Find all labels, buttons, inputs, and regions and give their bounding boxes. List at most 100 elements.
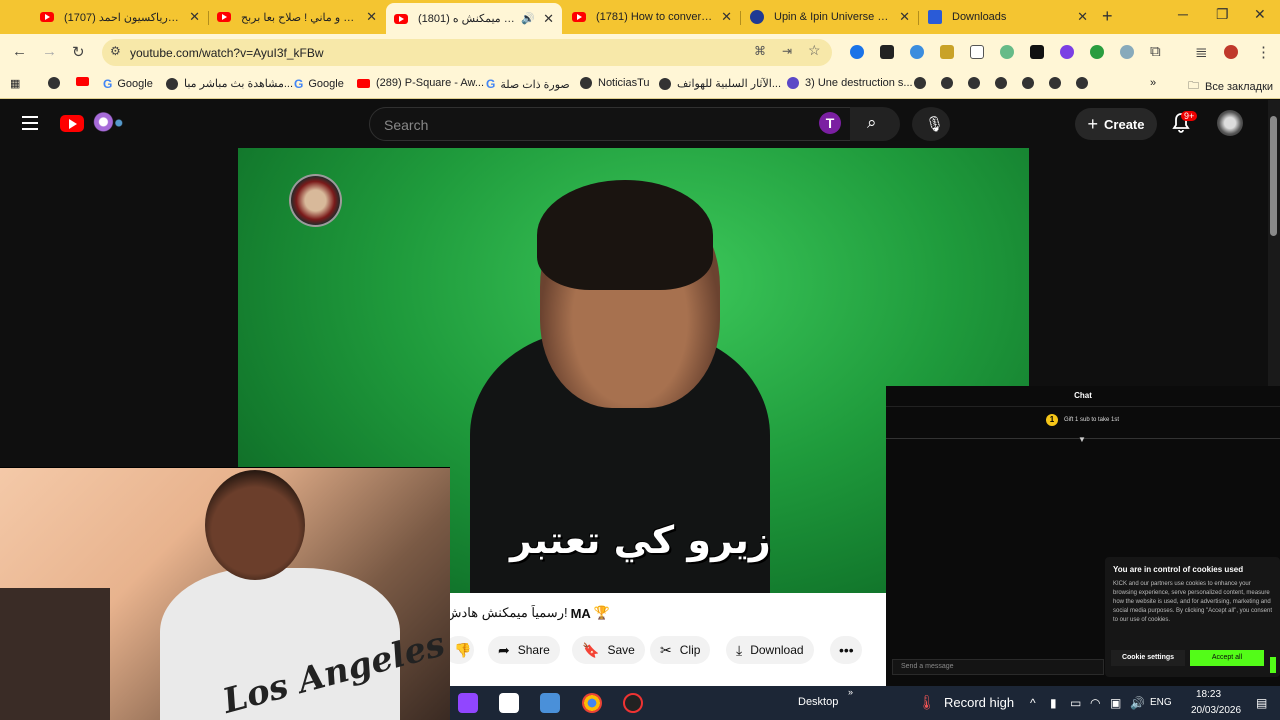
maximize-button[interactable]: ❐ [1216, 6, 1229, 23]
weather-label[interactable]: Record high [944, 695, 1014, 710]
youtube-logo[interactable] [60, 115, 84, 132]
close-icon[interactable]: ✕ [1077, 9, 1088, 25]
bookmark-item[interactable]: G Google [103, 77, 153, 91]
extension-icon[interactable] [1030, 45, 1044, 59]
extension-icon[interactable] [910, 45, 924, 59]
chat-send-indicator[interactable] [1270, 657, 1276, 673]
extension-icon[interactable] [1060, 45, 1074, 59]
explorer-icon[interactable] [540, 693, 560, 713]
bookmark-item[interactable] [1022, 77, 1040, 89]
close-icon[interactable]: ✕ [899, 9, 910, 25]
apps-grid-icon[interactable]: ▦ [10, 77, 20, 90]
search-input[interactable]: Search [369, 107, 857, 141]
close-icon[interactable]: ✕ [721, 9, 732, 25]
bookmark-item[interactable] [1049, 77, 1067, 89]
site-info-icon[interactable]: ⚙ [110, 44, 121, 58]
extension-icon[interactable] [1090, 45, 1104, 59]
bookmark-item[interactable] [1076, 77, 1094, 89]
dislike-button[interactable]: 👎 [450, 636, 474, 664]
desktop-label[interactable]: Desktop [798, 696, 838, 708]
browser-tab[interactable]: (1781) How to convert PKG ✕ [564, 4, 740, 30]
browser-tab[interactable]: صلاح و ماني ! صلاح بعا بربح ✕ [209, 4, 385, 30]
browser-tab[interactable]: Upin & Ipin Universe PS4 P ✕ [742, 4, 918, 30]
address-bar[interactable]: ⚙ youtube.com/watch?v=AyuI3f_kFBw ⌘ ⇥ ☆ [102, 39, 832, 66]
all-bookmarks-folder[interactable]: 🗀 Все закладки [1188, 77, 1273, 96]
more-bookmarks-chevron-icon[interactable]: » [1150, 77, 1156, 89]
extension-icon[interactable] [1120, 45, 1134, 59]
more-actions-button[interactable]: ••• [830, 636, 862, 664]
bookmark-item[interactable]: مشاهدة بث مباشر مبا... [166, 77, 293, 90]
clip-button[interactable]: ✂ Clip [650, 636, 711, 664]
bookmark-item[interactable] [76, 77, 95, 86]
bookmark-item[interactable]: الآثار السلبية للهواتف... [659, 77, 781, 90]
install-icon[interactable]: ⇥ [782, 44, 792, 58]
gift-sub-banner[interactable]: 1 Gift 1 sub to take 1st [1046, 414, 1119, 426]
extension-badge[interactable]: T [819, 112, 841, 134]
twitch-icon[interactable] [458, 693, 478, 713]
bookmark-star-icon[interactable]: ☆ [808, 42, 821, 59]
bookmark-item[interactable]: NoticiasTu [580, 77, 650, 89]
extensions-puzzle-icon[interactable]: ⧉ [1150, 43, 1161, 60]
chevron-right-icon[interactable]: » [848, 687, 853, 697]
forward-button[interactable]: → [42, 43, 57, 60]
close-icon[interactable]: ✕ [366, 9, 377, 25]
bookmark-item[interactable] [914, 77, 932, 89]
new-tab-button[interactable]: + [1102, 6, 1113, 27]
window-close-button[interactable]: ✕ [1254, 6, 1266, 23]
scrollbar-thumb[interactable] [1270, 116, 1277, 236]
battery-icon[interactable]: ▭ [1070, 696, 1081, 710]
search-button[interactable]: ⌕ [850, 107, 900, 141]
profile-icon[interactable] [1224, 45, 1238, 59]
close-icon[interactable]: ✕ [543, 11, 554, 27]
chevron-up-icon[interactable]: ^ [1030, 696, 1036, 710]
notification-center-icon[interactable]: ▤ [1256, 696, 1267, 710]
browser-tab-active[interactable]: (1801) رسمياً ميمكنش ه 🔊 ✕ [386, 3, 562, 34]
bookmark-item[interactable] [995, 77, 1013, 89]
url-text[interactable]: youtube.com/watch?v=AyuI3f_kFBw [130, 46, 324, 60]
bookmark-item[interactable]: G Google [294, 77, 344, 91]
avatar[interactable] [1217, 110, 1243, 136]
reload-button[interactable]: ↻ [72, 43, 85, 61]
back-button[interactable]: ← [12, 43, 27, 60]
extension-icon[interactable] [940, 45, 954, 59]
minimize-button[interactable]: ─ [1178, 6, 1188, 22]
volume-icon[interactable]: 🔊 [1130, 696, 1145, 710]
extension-icon[interactable] [880, 45, 894, 59]
close-icon[interactable]: ✕ [189, 9, 200, 25]
bookmark-item[interactable] [48, 77, 66, 89]
microphone-tray-icon[interactable]: ▮ [1050, 696, 1057, 710]
language-indicator[interactable]: ENG [1150, 697, 1172, 708]
display-icon[interactable]: ▣ [1110, 696, 1121, 710]
media-control-icon[interactable]: ≣ [1195, 43, 1208, 61]
browser-tab[interactable]: Downloads ✕ [920, 4, 1096, 30]
browser-tab[interactable]: (1707) احسن رياكسيون احمد ✕ [32, 4, 208, 30]
channel-watermark[interactable] [289, 174, 342, 227]
translate-icon[interactable]: ⌘ [754, 44, 766, 58]
chrome-icon[interactable] [582, 693, 602, 713]
bookmark-item[interactable] [941, 77, 959, 89]
youtube-doodle[interactable] [88, 112, 132, 134]
menu-kebab-icon[interactable]: ⋮ [1256, 43, 1271, 61]
wifi-icon[interactable]: ◠ [1090, 696, 1100, 710]
extension-icon[interactable] [850, 45, 864, 59]
clock-date[interactable]: 20/03/2026 [1191, 705, 1241, 716]
bookmark-item[interactable] [968, 77, 986, 89]
accept-all-button[interactable]: Accept all [1190, 650, 1264, 666]
chat-message-input[interactable]: Send a message [892, 659, 1104, 675]
bookmark-item[interactable]: 3) Une destruction s... [787, 77, 913, 89]
hamburger-menu-icon[interactable] [22, 116, 38, 130]
share-button[interactable]: ➦ Share [488, 636, 560, 664]
store-icon[interactable] [499, 693, 519, 713]
obs-icon[interactable] [623, 693, 643, 713]
bookmark-item[interactable]: (289) P-Square - Aw... [357, 77, 484, 89]
save-button[interactable]: 🔖 Save [572, 636, 645, 664]
extension-icon[interactable] [970, 45, 984, 59]
voice-search-button[interactable]: 🎙 [912, 107, 950, 141]
extension-icon[interactable] [1000, 45, 1014, 59]
bookmark-item[interactable]: G صورة ذات صلة [486, 77, 570, 91]
cookie-settings-button[interactable]: Cookie settings [1111, 650, 1185, 666]
create-button[interactable]: + Create [1075, 108, 1157, 140]
speaker-icon[interactable]: 🔊 [521, 12, 535, 25]
download-button[interactable]: ⤓ Download [726, 636, 814, 664]
chevron-down-icon[interactable]: ▼ [1078, 435, 1086, 444]
